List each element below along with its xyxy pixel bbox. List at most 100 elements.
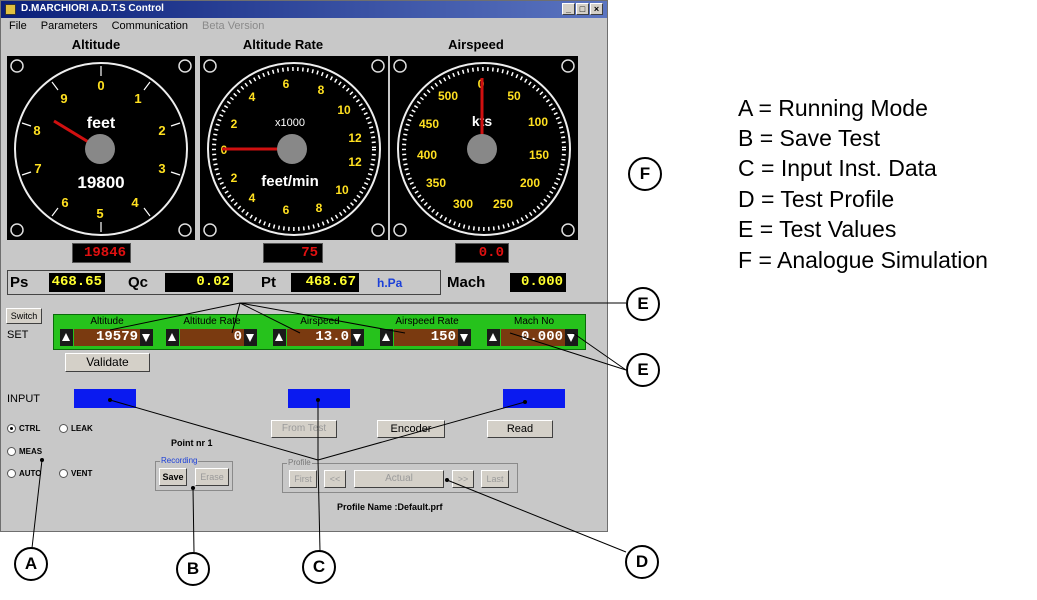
- menu-parameters[interactable]: Parameters: [41, 20, 98, 35]
- profile-last-button[interactable]: Last: [481, 470, 509, 488]
- profile-group-label: Profile: [287, 458, 312, 467]
- set-label: SET: [7, 329, 29, 341]
- erase-button[interactable]: Erase: [195, 468, 229, 486]
- profile-first-button[interactable]: First: [289, 470, 317, 488]
- altitude-readout: 19846: [72, 243, 131, 263]
- set-altitude-rate-header: Altitude Rate: [183, 316, 241, 327]
- altitude-gauge: 0 1 2 3 4 5 6 7 8 9 feet 19800: [7, 56, 195, 240]
- mode-vent-radio[interactable]: [59, 469, 68, 478]
- altitude-dial-2: 2: [158, 123, 165, 138]
- maximize-button[interactable]: □: [576, 3, 589, 15]
- set-mach-header: Mach No: [513, 316, 554, 327]
- airspeed-readout: 0.0: [455, 243, 509, 263]
- read-button[interactable]: Read: [487, 420, 553, 438]
- airspeed-dial-300: 300: [453, 197, 473, 211]
- airspeed-set-value[interactable]: 13.0: [287, 329, 351, 346]
- pt-value: 468.67: [291, 273, 359, 292]
- menu-beta-version: Beta Version: [202, 20, 265, 32]
- altitude-dial-9: 9: [60, 91, 67, 106]
- airspeed-dial-250: 250: [493, 197, 513, 211]
- callout-e-bottom: E: [626, 353, 660, 387]
- set-airspeed-header: Airspeed: [300, 316, 340, 327]
- profile-prev-button[interactable]: <<: [324, 470, 346, 488]
- altitude-up-arrow[interactable]: [60, 329, 73, 346]
- mach-set-value[interactable]: 0.000: [501, 329, 565, 346]
- airspeed-down-arrow[interactable]: [351, 329, 364, 346]
- airspeed-hub: [467, 134, 497, 164]
- qc-label: Qc: [128, 274, 149, 291]
- callout-b: B: [176, 552, 210, 586]
- mode-leak-radio[interactable]: [59, 424, 68, 433]
- switch-button[interactable]: Switch: [6, 308, 42, 324]
- altitude-rate-dial-bottom-6: 6: [283, 203, 290, 217]
- callout-d: D: [625, 545, 659, 579]
- altitude-rate-dial-bottom-2: 2: [231, 171, 238, 185]
- encoder-button[interactable]: Encoder: [377, 420, 445, 438]
- menu-bar: File Parameters Communication Beta Versi…: [1, 19, 607, 35]
- profile-next-button[interactable]: >>: [452, 470, 474, 488]
- profile-actual-button[interactable]: Actual: [354, 470, 444, 488]
- input-altitude-box[interactable]: [74, 389, 136, 408]
- airspeed-dial-450: 450: [419, 117, 439, 131]
- altitude-hub: [85, 134, 115, 164]
- close-button[interactable]: ×: [590, 3, 603, 15]
- airspeed-up-arrow[interactable]: [273, 329, 286, 346]
- mode-auto-radio[interactable]: [7, 469, 16, 478]
- altitude-rate-dial-top-4: 4: [249, 90, 256, 104]
- altitude-rate-title: Altitude Rate: [242, 37, 324, 52]
- validate-button[interactable]: Validate: [65, 353, 150, 372]
- mach-down-arrow[interactable]: [565, 329, 578, 346]
- input-airspeed-box[interactable]: [288, 389, 350, 408]
- window-title: D.MARCHIORI A.D.T.S Control: [21, 3, 164, 14]
- title-bar[interactable]: D.MARCHIORI A.D.T.S Control _ □ ×: [1, 1, 607, 18]
- airspeed-dial-100: 100: [528, 115, 548, 129]
- altitude-dial-6: 6: [61, 195, 68, 210]
- legend-analogue-simulation: F = Analogue Simulation: [738, 247, 988, 273]
- altitude-rate-up-arrow[interactable]: [166, 329, 179, 346]
- mach-up-arrow[interactable]: [487, 329, 500, 346]
- altitude-rate-gauge: 4 6 8 10 12 2 0 2 4 6 8 10 12 x1000 feet…: [200, 56, 388, 240]
- callout-e-top: E: [626, 287, 660, 321]
- airspeed-rate-up-arrow[interactable]: [380, 329, 393, 346]
- altitude-title: Altitude: [71, 37, 121, 52]
- altitude-center-value: 19800: [77, 173, 124, 192]
- airspeed-rate-set-value[interactable]: 150: [394, 329, 458, 346]
- menu-communication[interactable]: Communication: [112, 20, 188, 35]
- airspeed-dial-50: 50: [507, 89, 521, 103]
- altitude-rate-readout: 75: [263, 243, 323, 263]
- altitude-down-arrow[interactable]: [140, 329, 153, 346]
- altitude-dial-7: 7: [34, 161, 41, 176]
- ps-label: Ps: [10, 274, 29, 291]
- altitude-rate-dial-bottom-8: 8: [316, 201, 323, 215]
- altitude-rate-dial-top-10: 10: [337, 103, 351, 117]
- save-button[interactable]: Save: [159, 468, 187, 486]
- minimize-button[interactable]: _: [562, 3, 575, 15]
- altitude-dial-1: 1: [134, 91, 141, 106]
- menu-file[interactable]: File: [9, 20, 27, 35]
- airspeed-dial-500: 500: [438, 89, 458, 103]
- legend-running-mode: A = Running Mode: [738, 95, 928, 121]
- altitude-dial-8: 8: [33, 123, 40, 138]
- ps-value: 468.65: [49, 273, 105, 292]
- altitude-rate-hub: [277, 134, 307, 164]
- mode-ctrl-radio[interactable]: [7, 424, 16, 433]
- altitude-rate-set-value[interactable]: 0: [180, 329, 244, 346]
- mode-vent-label: VENT: [71, 469, 93, 478]
- from-test-button[interactable]: From Test: [271, 420, 337, 438]
- altitude-rate-down-arrow[interactable]: [244, 329, 257, 346]
- airspeed-rate-down-arrow[interactable]: [458, 329, 471, 346]
- altitude-set-value[interactable]: 19579: [74, 329, 140, 346]
- pt-label: Pt: [261, 274, 276, 291]
- altitude-dial-4: 4: [131, 195, 139, 210]
- altitude-rate-dial-top-12: 12: [348, 131, 362, 145]
- altitude-rate-dial-top-6: 6: [283, 77, 290, 91]
- mode-ctrl-label: CTRL: [19, 424, 41, 433]
- adts-window: D.MARCHIORI A.D.T.S Control _ □ × File P…: [0, 0, 608, 532]
- pressure-unit: h.Pa: [377, 276, 403, 290]
- airspeed-dial-150: 150: [529, 148, 549, 162]
- mode-meas-radio[interactable]: [7, 447, 16, 456]
- input-mach-box[interactable]: [503, 389, 565, 408]
- callout-c: C: [302, 550, 336, 584]
- set-altitude-header: Altitude: [90, 316, 124, 327]
- mode-auto-label: AUTO: [19, 469, 42, 478]
